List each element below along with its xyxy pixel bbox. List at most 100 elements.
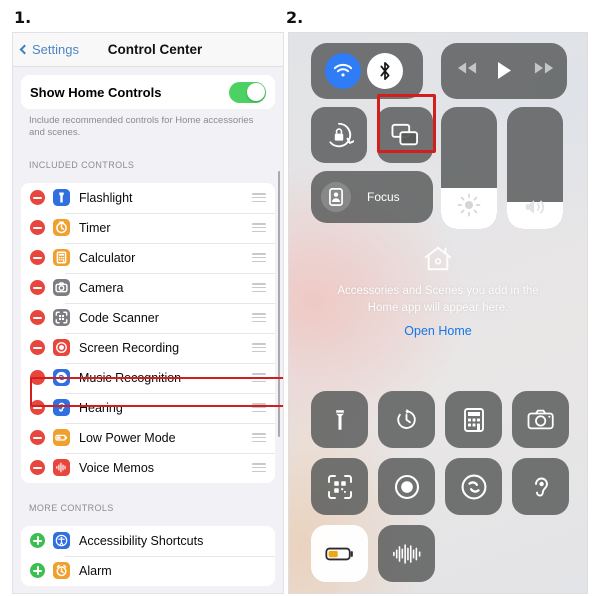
remove-control-button[interactable] xyxy=(30,250,45,266)
focus-button[interactable]: Focus xyxy=(311,171,433,223)
back-button-label: Settings xyxy=(32,42,79,57)
hearing-tile[interactable] xyxy=(512,458,569,515)
show-home-controls-row[interactable]: Show Home Controls xyxy=(21,75,275,109)
section-heading-included: INCLUDED CONTROLS xyxy=(29,159,135,170)
settings-row-timer[interactable]: Timer xyxy=(21,212,275,243)
battery-icon xyxy=(324,547,353,560)
control-label: Camera xyxy=(79,280,124,295)
settings-row-voice-memos[interactable]: Voice Memos xyxy=(21,452,275,483)
remove-control-button[interactable] xyxy=(30,460,45,476)
settings-scroll-area[interactable]: Show Home Controls Include recommended c… xyxy=(13,67,283,593)
forward-button[interactable] xyxy=(534,61,554,75)
remove-control-button[interactable] xyxy=(30,430,45,446)
screen-recording-icon xyxy=(53,339,70,357)
control-label: Low Power Mode xyxy=(79,430,176,445)
low-power-mode-tile[interactable] xyxy=(311,525,368,582)
focus-icon-wrap xyxy=(321,182,351,212)
scrollbar-thumb[interactable] xyxy=(277,171,280,437)
control-center-grid xyxy=(311,391,569,592)
drag-handle-icon[interactable] xyxy=(252,372,266,383)
open-home-link[interactable]: Open Home xyxy=(404,324,471,338)
step-number-2: 2. xyxy=(286,8,304,27)
settings-panel: Settings Control Center Show Home Contro… xyxy=(12,32,284,594)
rewind-button[interactable] xyxy=(457,61,477,75)
settings-row-hearing[interactable]: Hearing xyxy=(21,392,275,423)
camera-tile[interactable] xyxy=(512,391,569,448)
drag-handle-icon[interactable] xyxy=(252,282,266,293)
drag-handle-icon[interactable] xyxy=(252,432,266,443)
drag-handle-icon[interactable] xyxy=(252,222,266,233)
settings-row-camera[interactable]: Camera xyxy=(21,272,275,303)
remove-control-button[interactable] xyxy=(30,190,45,206)
screen-recording-icon xyxy=(394,474,419,499)
timer-tile[interactable] xyxy=(378,391,435,448)
focus-label: Focus xyxy=(367,190,400,204)
settings-row-music-recognition[interactable]: Music Recognition xyxy=(21,362,275,393)
wifi-icon xyxy=(333,63,353,77)
remove-control-button[interactable] xyxy=(30,220,45,236)
connectivity-cluster xyxy=(311,43,423,99)
drag-handle-icon[interactable] xyxy=(252,462,266,473)
calculator-icon xyxy=(463,407,484,432)
rotation-lock-toggle[interactable] xyxy=(311,107,367,163)
flashlight-tile[interactable] xyxy=(311,391,368,448)
drag-handle-icon[interactable] xyxy=(252,342,266,353)
back-button[interactable]: Settings xyxy=(19,42,79,57)
calculator-tile[interactable] xyxy=(445,391,502,448)
voice-memos-tile[interactable] xyxy=(378,525,435,582)
drag-handle-icon[interactable] xyxy=(252,192,266,203)
hearing-icon xyxy=(53,399,70,417)
alarm-icon xyxy=(53,562,70,580)
more-controls-list: Accessibility Shortcuts Alarm xyxy=(21,525,275,586)
brightness-icon xyxy=(457,193,481,217)
drag-handle-icon[interactable] xyxy=(252,402,266,413)
code-scanner-tile[interactable] xyxy=(311,458,368,515)
brightness-slider[interactable] xyxy=(441,107,497,229)
bluetooth-toggle[interactable] xyxy=(367,53,403,89)
control-label: Code Scanner xyxy=(79,310,159,325)
drag-handle-icon[interactable] xyxy=(252,312,266,323)
settings-row-alarm[interactable]: Alarm xyxy=(21,555,275,586)
remove-control-button[interactable] xyxy=(30,400,45,416)
wifi-toggle[interactable] xyxy=(325,53,361,89)
focus-person-icon xyxy=(329,188,343,206)
settings-row-calculator[interactable]: Calculator xyxy=(21,242,275,273)
screen-recording-tile[interactable] xyxy=(378,458,435,515)
show-home-controls-toggle[interactable] xyxy=(229,81,266,103)
media-playback-cluster xyxy=(441,43,567,99)
control-label: Calculator xyxy=(79,250,136,265)
scrollbar[interactable] xyxy=(277,69,280,593)
camera-icon xyxy=(53,279,70,297)
play-icon xyxy=(498,62,511,79)
music-recognition-tile[interactable] xyxy=(445,458,502,515)
show-home-controls-card: Show Home Controls xyxy=(21,75,275,109)
volume-slider[interactable] xyxy=(507,107,563,229)
remove-control-button[interactable] xyxy=(30,340,45,356)
calculator-icon xyxy=(53,249,70,267)
settings-row-accessibility-shortcuts[interactable]: Accessibility Shortcuts xyxy=(21,525,275,556)
settings-row-screen-recording[interactable]: Screen Recording xyxy=(21,332,275,363)
settings-row-flashlight[interactable]: Flashlight xyxy=(21,182,275,213)
section-heading-more: MORE CONTROLS xyxy=(29,502,114,513)
remove-control-button[interactable] xyxy=(30,310,45,326)
settings-row-low-power-mode[interactable]: Low Power Mode xyxy=(21,422,275,453)
remove-control-button[interactable] xyxy=(30,370,45,386)
add-control-button[interactable] xyxy=(30,563,45,579)
settings-row-code-scanner[interactable]: Code Scanner xyxy=(21,302,275,333)
screen-mirroring-button[interactable] xyxy=(377,107,433,163)
play-button[interactable] xyxy=(497,61,512,80)
home-controls-placeholder: Accessories and Scenes you add in the Ho… xyxy=(289,245,587,340)
flashlight-icon xyxy=(53,189,70,207)
toggle-knob xyxy=(246,83,265,101)
remove-control-button[interactable] xyxy=(30,280,45,296)
drag-handle-icon[interactable] xyxy=(252,252,266,263)
shazam-icon xyxy=(53,369,70,387)
control-label: Screen Recording xyxy=(79,340,180,355)
control-label: Hearing xyxy=(79,400,123,415)
rotation-lock-icon xyxy=(329,122,354,148)
control-label: Flashlight xyxy=(79,190,133,205)
fast-forward-icon xyxy=(534,62,554,74)
step-number-1: 1. xyxy=(14,8,32,27)
timer-icon xyxy=(53,219,70,237)
add-control-button[interactable] xyxy=(30,533,45,549)
